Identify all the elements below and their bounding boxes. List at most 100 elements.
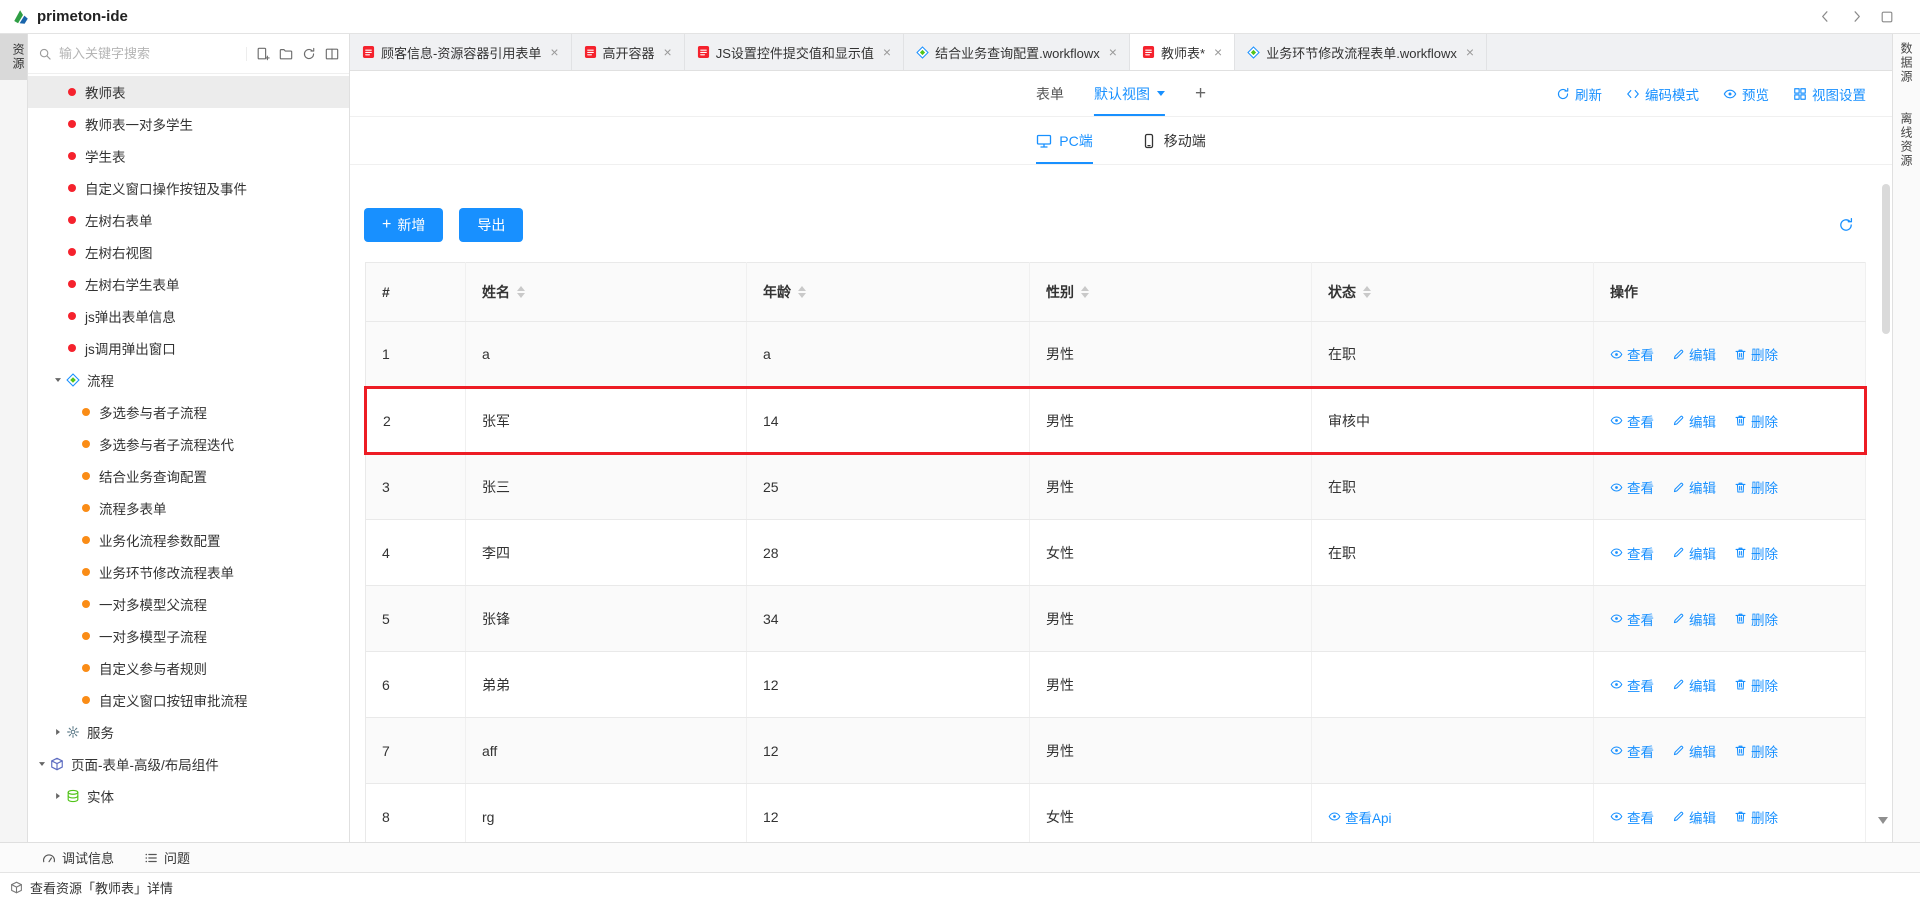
delete-link[interactable]: 删除 xyxy=(1734,543,1778,563)
edit-link[interactable]: 编辑 xyxy=(1672,543,1716,563)
chevron-left-icon[interactable] xyxy=(1818,9,1833,24)
debug-info-tab[interactable]: 调试信息 xyxy=(42,848,114,867)
edit-link[interactable]: 编辑 xyxy=(1672,609,1716,629)
search-input[interactable] xyxy=(59,46,239,61)
tree-item-自定义参与者规则[interactable]: 自定义参与者规则 xyxy=(28,652,349,684)
resources-panel-tab[interactable]: 资源 xyxy=(0,34,27,80)
edit-link[interactable]: 编辑 xyxy=(1672,741,1716,761)
edit-link[interactable]: 编辑 xyxy=(1672,477,1716,497)
delete-link[interactable]: 删除 xyxy=(1734,344,1778,364)
edit-link[interactable]: 编辑 xyxy=(1672,675,1716,695)
refresh-table-icon[interactable] xyxy=(1838,217,1854,233)
delete-link[interactable]: 删除 xyxy=(1734,675,1778,695)
editor-tab[interactable]: 顾客信息-资源容器引用表单× xyxy=(350,34,572,70)
tree-item-自定义窗口操作按钮及事件[interactable]: 自定义窗口操作按钮及事件 xyxy=(28,172,349,204)
column-header-姓名[interactable]: 姓名 xyxy=(466,263,747,322)
tree-item-左树右视图[interactable]: 左树右视图 xyxy=(28,236,349,268)
problems-tab[interactable]: 问题 xyxy=(144,848,190,867)
tree-item-页面-表单-高级/布局组件[interactable]: 页面-表单-高级/布局组件 xyxy=(28,748,349,780)
delete-link[interactable]: 删除 xyxy=(1734,609,1778,629)
sort-icon[interactable] xyxy=(798,286,806,298)
view-link[interactable]: 查看 xyxy=(1610,344,1654,364)
sort-icon[interactable] xyxy=(1363,286,1371,298)
chevron-right-icon[interactable] xyxy=(50,727,66,737)
tree-item-流程多表单[interactable]: 流程多表单 xyxy=(28,492,349,524)
editor-tab[interactable]: 教师表*× xyxy=(1130,34,1235,70)
delete-link[interactable]: 删除 xyxy=(1734,477,1778,497)
folder-icon[interactable] xyxy=(279,47,293,61)
refresh-tree-icon[interactable] xyxy=(302,47,316,61)
tree-item-一对多模型子流程[interactable]: 一对多模型子流程 xyxy=(28,620,349,652)
scroll-down-icon[interactable] xyxy=(1878,817,1888,824)
form-view-tab[interactable]: 表单 xyxy=(1036,71,1064,116)
add-button[interactable]: + 新增 xyxy=(364,208,443,242)
add-view-button[interactable]: + xyxy=(1195,83,1206,105)
view-link[interactable]: 查看 xyxy=(1610,675,1654,695)
chevron-down-icon[interactable] xyxy=(50,375,66,385)
close-icon[interactable]: × xyxy=(1466,45,1474,59)
tree-item-业务环节修改流程表单[interactable]: 业务环节修改流程表单 xyxy=(28,556,349,588)
datasource-panel-tab[interactable]: 数据源 xyxy=(1898,42,1915,84)
sort-icon[interactable] xyxy=(1081,286,1089,298)
tree-item-多选参与者子流程迭代[interactable]: 多选参与者子流程迭代 xyxy=(28,428,349,460)
column-header-性别[interactable]: 性别 xyxy=(1030,263,1312,322)
tree-item-学生表[interactable]: 学生表 xyxy=(28,140,349,172)
tree-item-业务化流程参数配置[interactable]: 业务化流程参数配置 xyxy=(28,524,349,556)
tree-item-实体[interactable]: 实体 xyxy=(28,780,349,812)
chevron-right-icon[interactable] xyxy=(1849,9,1864,24)
device-tab-移动端[interactable]: 移动端 xyxy=(1141,117,1206,164)
chevron-down-icon[interactable] xyxy=(34,759,50,769)
tree-item-教师表[interactable]: 教师表 xyxy=(28,76,349,108)
tree-item-自定义窗口按钮审批流程[interactable]: 自定义窗口按钮审批流程 xyxy=(28,684,349,716)
close-icon[interactable]: × xyxy=(1214,45,1222,59)
delete-link[interactable]: 删除 xyxy=(1734,741,1778,761)
tree-item-流程[interactable]: 流程 xyxy=(28,364,349,396)
edit-link[interactable]: 编辑 xyxy=(1672,807,1716,827)
delete-link[interactable]: 删除 xyxy=(1734,411,1778,431)
tree-item-多选参与者子流程[interactable]: 多选参与者子流程 xyxy=(28,396,349,428)
tree-item-一对多模型父流程[interactable]: 一对多模型父流程 xyxy=(28,588,349,620)
column-header-状态[interactable]: 状态 xyxy=(1312,263,1594,322)
tree-item-js弹出表单信息[interactable]: js弹出表单信息 xyxy=(28,300,349,332)
view-link[interactable]: 查看 xyxy=(1610,543,1654,563)
action-eye[interactable]: 预览 xyxy=(1723,84,1769,104)
tree-item-服务[interactable]: 服务 xyxy=(28,716,349,748)
editor-tab[interactable]: 业务环节修改流程表单.workflowx× xyxy=(1235,34,1487,70)
view-link[interactable]: 查看 xyxy=(1610,477,1654,497)
tree-item-js调用弹出窗口[interactable]: js调用弹出窗口 xyxy=(28,332,349,364)
editor-tab[interactable]: 结合业务查询配置.workflowx× xyxy=(904,34,1130,70)
new-resource-icon[interactable] xyxy=(256,47,270,61)
tree-item-左树右表单[interactable]: 左树右表单 xyxy=(28,204,349,236)
close-icon[interactable]: × xyxy=(664,45,672,59)
delete-link[interactable]: 删除 xyxy=(1734,807,1778,827)
tree-item-结合业务查询配置[interactable]: 结合业务查询配置 xyxy=(28,460,349,492)
close-icon[interactable]: × xyxy=(550,45,558,59)
view-link[interactable]: 查看 xyxy=(1610,609,1654,629)
view-link[interactable]: 查看 xyxy=(1610,411,1654,431)
editor-tab[interactable]: 高开容器× xyxy=(572,34,685,70)
sort-icon[interactable] xyxy=(517,286,525,298)
device-tab-PC端[interactable]: PC端 xyxy=(1036,117,1092,164)
action-refresh[interactable]: 刷新 xyxy=(1556,84,1602,104)
trash-icon xyxy=(1734,481,1747,494)
column-header-年龄[interactable]: 年龄 xyxy=(747,263,1030,322)
edit-link[interactable]: 编辑 xyxy=(1672,411,1716,431)
tree-item-教师表一对多学生[interactable]: 教师表一对多学生 xyxy=(28,108,349,140)
window-icon[interactable] xyxy=(1880,10,1894,24)
view-link[interactable]: 查看 xyxy=(1610,807,1654,827)
action-grid[interactable]: 视图设置 xyxy=(1793,84,1866,104)
default-view-tab[interactable]: 默认视图 xyxy=(1094,71,1165,116)
action-code[interactable]: 编码模式 xyxy=(1626,84,1699,104)
offline-resources-panel-tab[interactable]: 离线资源 xyxy=(1898,112,1915,168)
chevron-right-icon[interactable] xyxy=(50,791,66,801)
collapse-panels-icon[interactable] xyxy=(325,47,339,61)
edit-link[interactable]: 编辑 xyxy=(1672,344,1716,364)
export-button[interactable]: 导出 xyxy=(459,208,523,242)
close-icon[interactable]: × xyxy=(883,45,891,59)
view-link[interactable]: 查看 xyxy=(1610,741,1654,761)
view-api-link[interactable]: 查看Api xyxy=(1328,807,1392,827)
editor-tab[interactable]: JS设置控件提交值和显示值× xyxy=(685,34,904,70)
tree-item-左树右学生表单[interactable]: 左树右学生表单 xyxy=(28,268,349,300)
scrollbar-thumb[interactable] xyxy=(1882,184,1890,334)
close-icon[interactable]: × xyxy=(1109,45,1117,59)
